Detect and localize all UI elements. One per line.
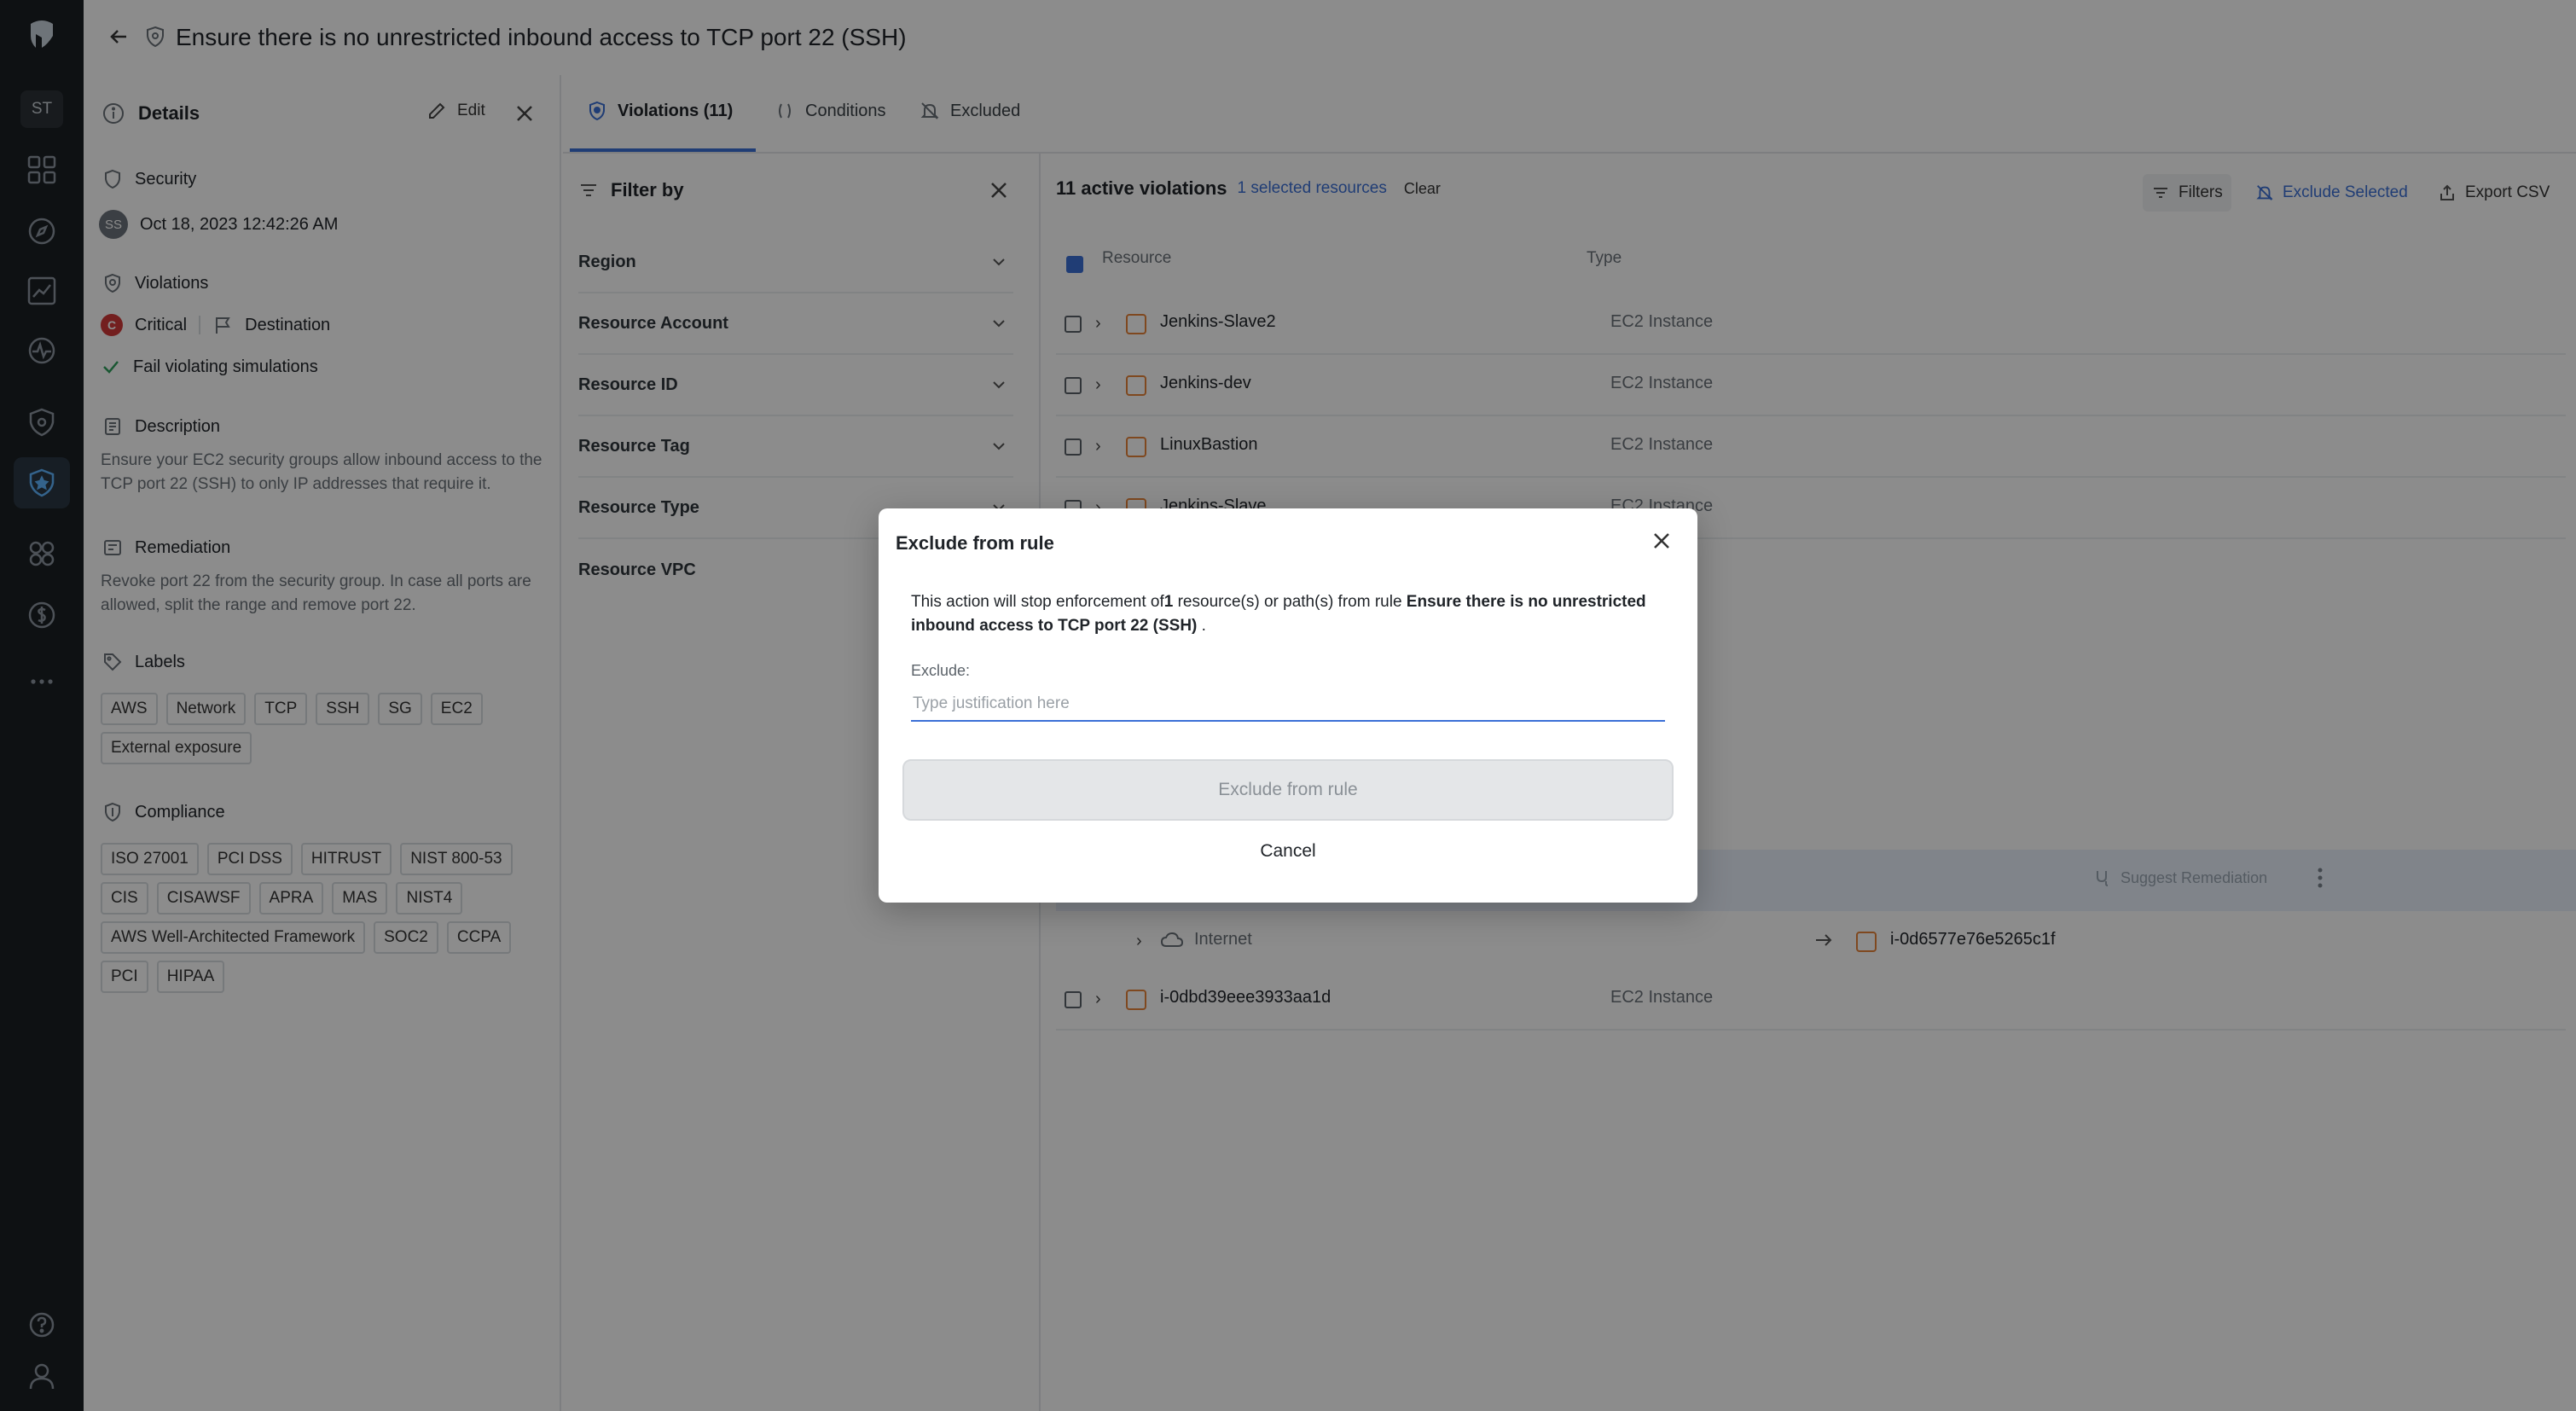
exclude-from-rule-button[interactable]: Exclude from rule bbox=[902, 759, 1674, 821]
exclude-from-rule-dialog: Exclude from rule This action will stop … bbox=[879, 508, 1697, 903]
message-count: 1 bbox=[1163, 593, 1174, 611]
justification-input[interactable] bbox=[911, 688, 1665, 722]
dialog-message: This action will stop enforcement of1 re… bbox=[911, 590, 1662, 638]
message-middle: resource(s) or path(s) from rule bbox=[1173, 593, 1407, 611]
cancel-button[interactable]: Cancel bbox=[879, 841, 1697, 862]
message-prefix: This action will stop enforcement of bbox=[911, 593, 1164, 611]
close-dialog-icon[interactable] bbox=[1651, 531, 1672, 551]
dialog-title: Exclude from rule bbox=[896, 532, 1054, 554]
exclude-field-label: Exclude: bbox=[911, 662, 971, 679]
message-suffix: . bbox=[1197, 617, 1206, 635]
